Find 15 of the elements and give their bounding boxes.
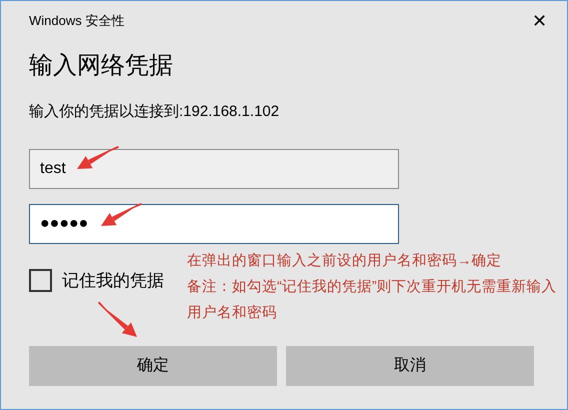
checkbox[interactable] [29, 269, 52, 292]
prompt-text: 输入你的凭据以连接到:192.168.1.102 [29, 102, 280, 122]
annotation-text: 在弹出的窗口输入之前设的用户名和密码→确定 [187, 252, 502, 271]
cancel-button[interactable]: 取消 [286, 346, 534, 386]
close-button[interactable]: ✕ [528, 12, 551, 30]
username-field[interactable]: test [29, 149, 399, 189]
arrow [77, 146, 119, 169]
annotation-text: 备注：如勾选“记住我的凭据”则下次重开机无需重新输入用户名和密码 [187, 278, 558, 323]
password-field[interactable]: ●●●●● [29, 204, 399, 244]
remember-label: 记住我的凭据 [62, 270, 164, 292]
arrow [98, 302, 137, 337]
arrow [101, 203, 142, 226]
window-title: Windows 安全性 [29, 12, 124, 30]
dialog-heading: 输入网络凭据 [29, 50, 174, 80]
ok-button[interactable]: 确定 [29, 346, 277, 386]
